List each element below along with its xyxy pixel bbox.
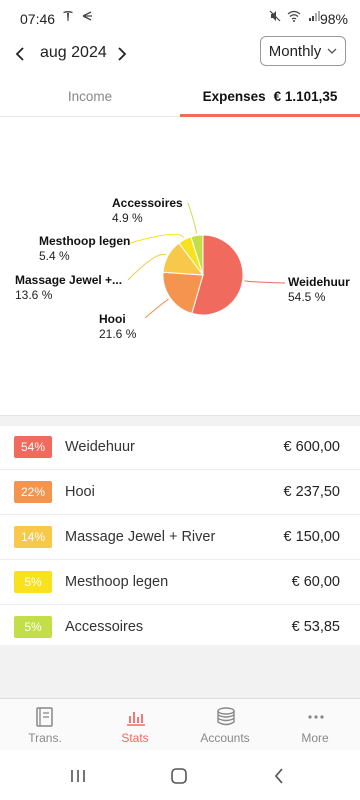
period-header: aug 2024 Monthly: [0, 36, 360, 72]
previous-month-button[interactable]: [8, 40, 32, 68]
pie-leader-line: [244, 280, 286, 284]
category-amount: € 237,50: [283, 484, 340, 500]
pie-slice-label: Hooi: [99, 312, 126, 326]
chevron-right-icon: [118, 47, 127, 61]
more-dots-icon: [308, 715, 324, 719]
pie-slice-percent: 13.6 %: [15, 288, 53, 302]
pie-slice-percent: 5.4 %: [39, 249, 70, 263]
signal-arrow-icon: [82, 11, 92, 21]
chevron-left-icon: [15, 47, 24, 61]
percent-badge: 5%: [14, 616, 52, 638]
pie-slice-label: Massage Jewel +...: [15, 273, 122, 287]
list-item[interactable]: 14% Massage Jewel + River € 150,00: [0, 515, 360, 560]
bar-chart-icon: [127, 712, 145, 726]
tab-expenses[interactable]: Expenses € 1.101,35: [180, 76, 360, 116]
category-amount: € 60,00: [291, 574, 340, 590]
list-item[interactable]: 54% Weidehuur € 600,00: [0, 425, 360, 470]
system-icons: [269, 10, 320, 25]
list-item[interactable]: 5% Mesthoop legen € 60,00: [0, 560, 360, 605]
period-dropdown[interactable]: Monthly: [260, 36, 346, 66]
recent-apps-button[interactable]: [63, 764, 93, 788]
empty-area: [0, 645, 360, 698]
category-label: Hooi: [65, 484, 95, 500]
category-list: 54% Weidehuur € 600,00 22% Hooi € 237,50…: [0, 425, 360, 650]
list-item[interactable]: 22% Hooi € 237,50: [0, 470, 360, 515]
expenses-total: € 1.101,35: [273, 88, 338, 104]
pie-slice-percent: 54.5 %: [288, 290, 326, 304]
tab-income-label: Income: [67, 88, 113, 104]
wifi-icon: [287, 10, 301, 22]
tab-expenses-label: Expenses: [202, 88, 266, 104]
recent-apps-icon: [71, 770, 85, 782]
next-month-button[interactable]: [110, 40, 134, 68]
nav-accounts[interactable]: Accounts: [180, 699, 270, 751]
mute-icon: [269, 10, 281, 22]
nav-accounts-label: Accounts: [200, 731, 250, 745]
tab-income[interactable]: Income: [0, 76, 180, 116]
category-amount: € 600,00: [283, 439, 340, 455]
category-label: Mesthoop legen: [65, 574, 169, 590]
pie-leader-line: [127, 253, 167, 281]
nav-stats-label: Stats: [121, 731, 149, 745]
pie-slice-label: Mesthoop legen: [39, 234, 130, 248]
pie-slice-label: Weidehuur: [288, 275, 350, 289]
chevron-down-icon: [327, 45, 337, 57]
type-tabs: Income Expenses € 1.101,35: [0, 76, 360, 117]
back-button[interactable]: [264, 764, 294, 788]
battery-level: 98%: [319, 11, 348, 27]
coins-icon: [217, 707, 235, 726]
category-amount: € 150,00: [283, 529, 340, 545]
pie-leader-line: [144, 298, 169, 319]
tesla-icon: [63, 11, 73, 21]
category-amount: € 53,85: [291, 619, 340, 635]
pie-chart-svg: Weidehuur54.5 % Hooi21.6 % Massage Jewel +…: [15, 196, 350, 341]
list-item[interactable]: 5% Accessoires € 53,85: [0, 605, 360, 650]
notification-icons: [62, 10, 93, 25]
status-bar: 07:46 98%: [0, 0, 360, 36]
pie-leader-line: [129, 233, 185, 244]
nav-more[interactable]: More: [270, 699, 360, 751]
expense-pie-chart: Weidehuur 54.5 % Hooi 21.6 % Massage Jewel +…: [0, 117, 360, 415]
pie-slice-label: Accessoires: [112, 196, 183, 210]
cell-signal-icon: [309, 11, 320, 21]
percent-badge: 54%: [14, 436, 52, 458]
current-month: aug 2024: [40, 44, 107, 61]
period-value: Monthly: [268, 42, 322, 60]
pie-slice-percent: 21.6 %: [99, 327, 137, 341]
pie-slice-percent: 4.9 %: [112, 211, 143, 225]
bottom-navigation: Trans. Stats Accounts More: [0, 698, 360, 751]
system-navigation-bar: [0, 750, 360, 800]
percent-badge: 5%: [14, 571, 52, 593]
nav-stats[interactable]: Stats: [90, 699, 180, 751]
category-label: Massage Jewel + River: [65, 529, 216, 545]
nav-trans[interactable]: Trans.: [0, 699, 90, 751]
home-icon: [171, 768, 187, 784]
percent-badge: 14%: [14, 526, 52, 548]
status-time: 07:46: [20, 11, 56, 27]
percent-badge: 22%: [14, 481, 52, 503]
category-label: Accessoires: [65, 619, 144, 635]
home-button[interactable]: [164, 764, 194, 788]
back-icon: [274, 768, 283, 784]
category-label: Weidehuur: [65, 439, 135, 455]
book-icon: [36, 707, 53, 727]
nav-more-label: More: [301, 731, 329, 745]
pie-leader-line: [187, 202, 198, 234]
nav-trans-label: Trans.: [28, 731, 62, 745]
